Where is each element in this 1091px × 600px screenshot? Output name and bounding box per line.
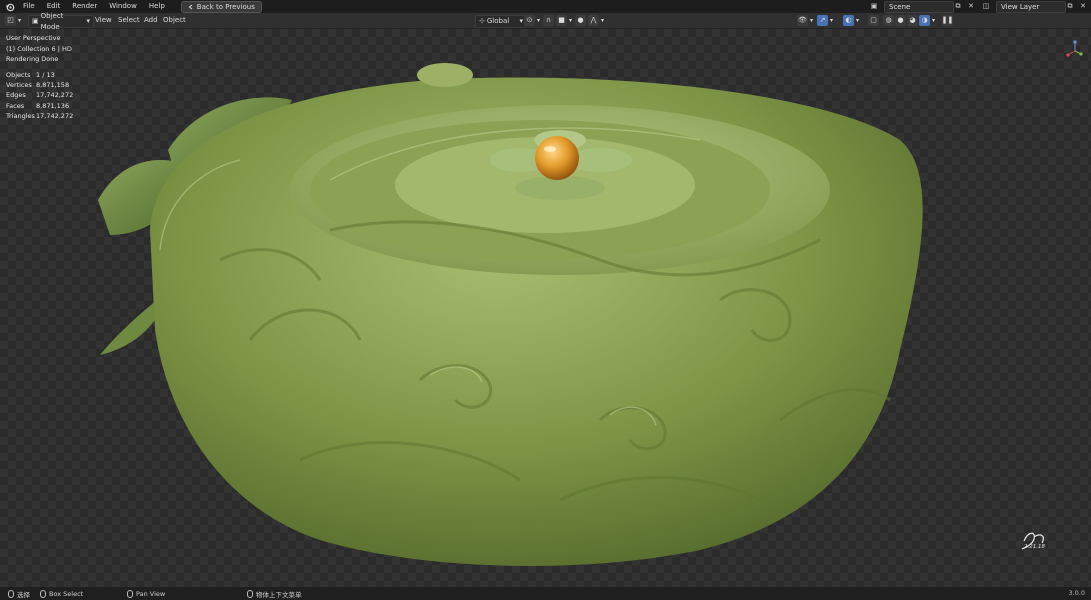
status-select: 选择 — [8, 587, 30, 600]
chevron-down-icon: ▾ — [519, 17, 523, 25]
snap-target-icon: ■ — [556, 15, 567, 26]
rendered-shading-button[interactable]: ◑ ▾ — [919, 15, 935, 26]
xray-toggle[interactable]: ▢ — [868, 15, 879, 26]
mode-dropdown[interactable]: ▣ Object Mode ▾ — [28, 12, 94, 31]
menu-object[interactable]: Object — [163, 15, 186, 26]
amber-bead — [535, 136, 579, 180]
mouse-right-icon — [247, 589, 253, 598]
gizmo-icon: ↗ — [817, 15, 828, 26]
solid-sphere-icon: ● — [895, 15, 906, 26]
delete-scene-icon[interactable]: ✕ — [966, 1, 976, 11]
status-box-select: Box Select — [40, 587, 83, 600]
material-shading-button[interactable]: ◕ — [907, 15, 918, 26]
menu-view[interactable]: View — [95, 15, 112, 26]
transform-orientation-dropdown[interactable]: ⊹ Global ▾ — [475, 15, 527, 28]
back-to-previous-label: Back to Previous — [196, 2, 255, 11]
menu-help[interactable]: Help — [143, 0, 171, 13]
eye-icon: 👁 — [797, 15, 808, 26]
blender-logo-icon[interactable] — [3, 0, 17, 13]
proportional-edit-toggle[interactable]: ● — [575, 15, 586, 26]
pause-icon: ❚❚ — [941, 15, 954, 26]
pivot-point-button[interactable]: ⊙ ▾ — [524, 15, 540, 26]
new-view-layer-icon[interactable]: ⧉ — [1065, 1, 1075, 11]
snap-toggle[interactable]: ∩ — [543, 15, 554, 26]
overlay-icon: ◐ — [843, 15, 854, 26]
scene-icon[interactable]: ▣ — [869, 1, 879, 11]
viewport-header: ◰ ▾ ▣ Object Mode ▾ View Select Add Objec… — [0, 12, 1091, 31]
mouse-left-icon — [8, 589, 14, 598]
scene-field[interactable]: Scene — [884, 1, 954, 13]
signature-date: 2.21.18 — [1024, 544, 1045, 550]
jade-knob — [417, 63, 473, 87]
falloff-icon: ⋀ — [588, 15, 599, 26]
gizmo-toggle[interactable]: ↗ ▾ — [817, 15, 833, 26]
menu-add[interactable]: Add — [144, 15, 158, 26]
rendered-sphere-icon: ◑ — [919, 15, 930, 26]
orientation-icon: ⊹ — [479, 17, 485, 25]
material-sphere-icon: ◕ — [907, 15, 918, 26]
pause-render-button[interactable]: ❚❚ — [942, 15, 953, 26]
chevron-down-icon: ▾ — [86, 17, 90, 25]
orientation-label: Global — [486, 17, 510, 25]
menu-select[interactable]: Select — [118, 15, 140, 26]
pivot-icon: ⊙ — [524, 15, 535, 26]
status-bar: 选择 Box Select Pan View 物体上下文菜单 3.0.0 — [0, 587, 1091, 600]
visibility-button[interactable]: 👁 ▾ — [797, 15, 813, 26]
status-pan-view: Pan View — [127, 587, 165, 600]
mouse-drag-icon — [40, 589, 46, 598]
artist-signature — [1021, 532, 1044, 550]
proportional-edit-icon: ● — [575, 15, 586, 26]
overlay-toggle[interactable]: ◐ ▾ — [843, 15, 859, 26]
solid-shading-button[interactable]: ● — [895, 15, 906, 26]
3d-viewport[interactable]: User Perspective (1) Collection 6 | HD R… — [0, 29, 1091, 587]
back-to-previous-button[interactable]: Back to Previous — [180, 0, 262, 13]
object-mode-icon: ▣ — [32, 17, 39, 25]
editor-type-button[interactable]: ◰ ▾ — [5, 15, 21, 26]
view-layer-field[interactable]: View Layer — [996, 1, 1066, 13]
magnet-icon: ∩ — [543, 15, 554, 26]
menu-file[interactable]: File — [17, 0, 41, 13]
version-label: 3.0.0 — [1068, 589, 1085, 597]
wireframe-shading-button[interactable]: ◍ — [883, 15, 894, 26]
wireframe-icon: ◍ — [883, 15, 894, 26]
view-layer-icon[interactable]: ◫ — [981, 1, 991, 11]
xray-icon: ▢ — [868, 15, 879, 26]
menu-window[interactable]: Window — [103, 0, 143, 13]
mouse-middle-icon — [127, 589, 133, 598]
snap-target-button[interactable]: ■ ▾ — [556, 15, 572, 26]
falloff-button[interactable]: ⋀ ▾ — [588, 15, 604, 26]
amber-highlight — [544, 146, 556, 152]
editor-type-icon: ◰ — [5, 15, 16, 26]
rendered-jade-bowl — [98, 63, 923, 567]
status-context-menu: 物体上下文菜单 — [247, 587, 302, 600]
back-arrow-icon — [188, 4, 193, 9]
new-scene-icon[interactable]: ⧉ — [953, 1, 963, 11]
delete-view-layer-icon[interactable]: ✕ — [1078, 1, 1088, 11]
